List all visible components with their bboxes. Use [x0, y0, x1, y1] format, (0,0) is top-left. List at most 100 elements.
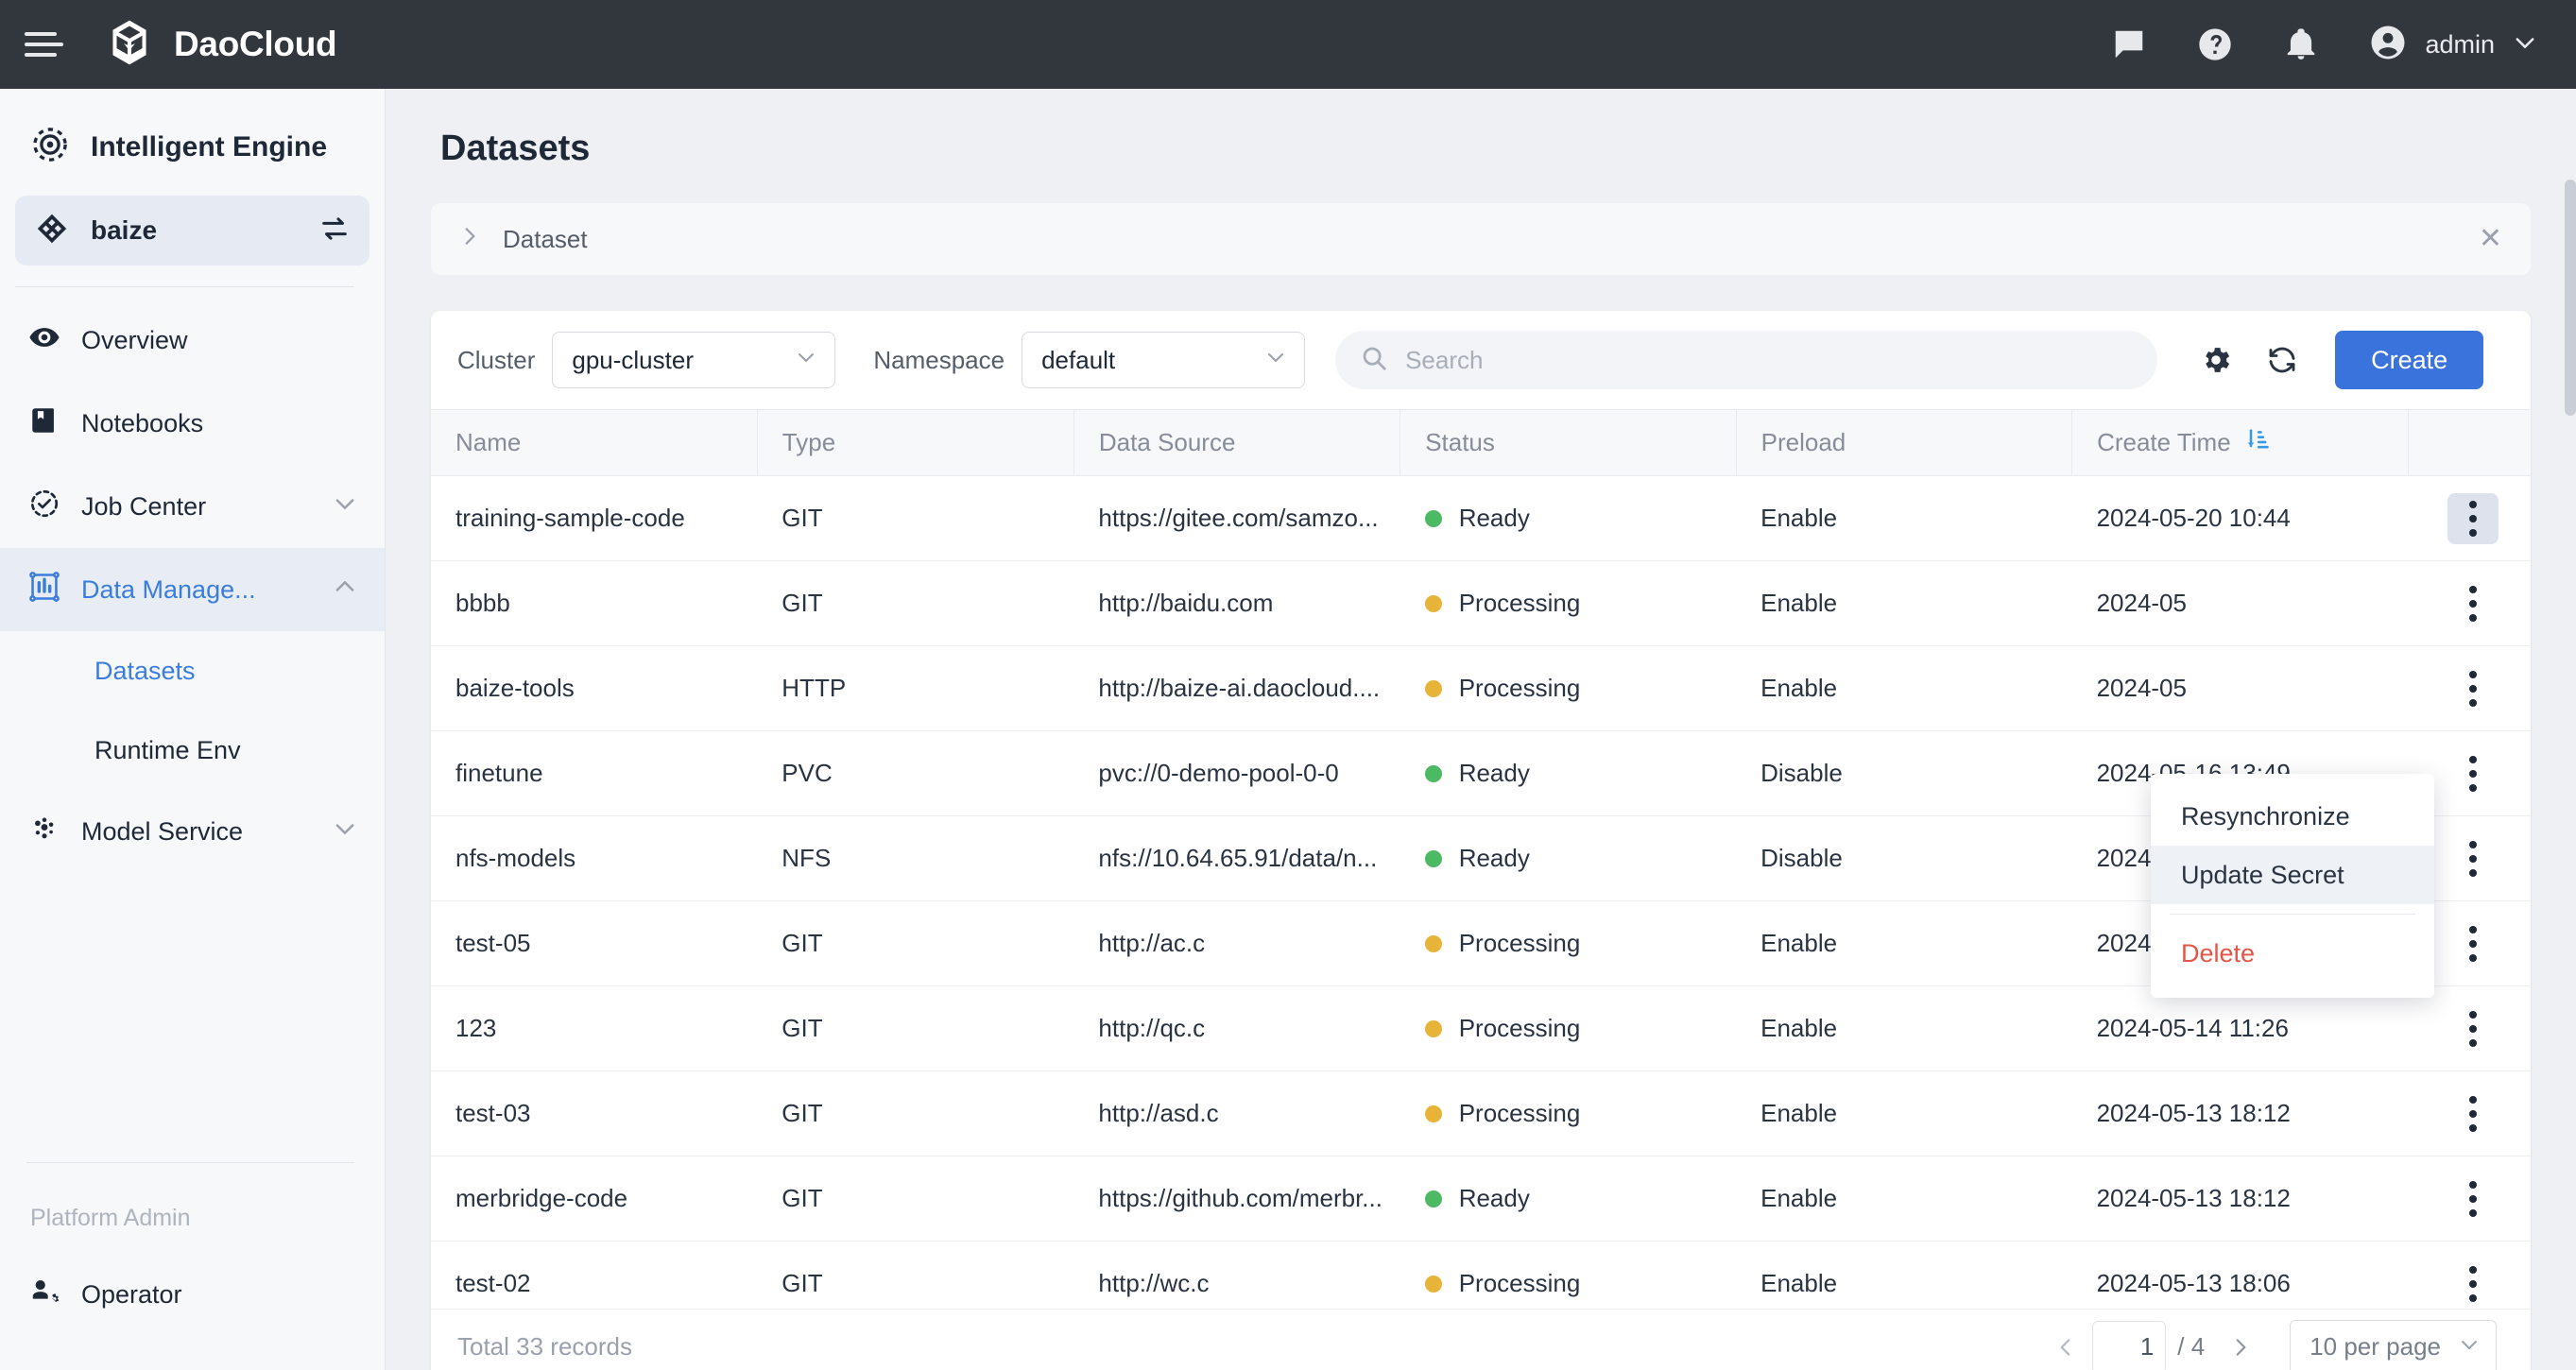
- switch-project-icon[interactable]: [318, 213, 351, 249]
- sidebar-item-datasets[interactable]: Datasets: [0, 631, 385, 711]
- data-management-icon: [28, 571, 60, 609]
- sidebar-item-runtime-env[interactable]: Runtime Env: [0, 711, 385, 790]
- job-center-icon: [28, 488, 60, 526]
- table-row[interactable]: merbridge-code GIT https://github.com/merb…: [431, 1156, 2531, 1242]
- page-number-input[interactable]: [2092, 1320, 2167, 1370]
- status-label: Processing: [1458, 674, 1581, 702]
- chevron-up-icon[interactable]: [332, 574, 358, 607]
- cluster-select-value: gpu-cluster: [572, 345, 694, 374]
- cell-type: NFS: [757, 815, 1074, 901]
- cell-status: Processing: [1400, 645, 1737, 731]
- engine-header: Intelligent Engine: [0, 89, 385, 196]
- sidebar-item-notebooks[interactable]: Notebooks: [0, 382, 385, 465]
- cell-actions: [2408, 560, 2531, 646]
- pagination: / 4 10 per page: [2039, 1319, 2497, 1370]
- search-box[interactable]: [1335, 331, 2158, 389]
- menu-item-update-secret[interactable]: Update Secret: [2151, 846, 2434, 904]
- cluster-select[interactable]: gpu-cluster: [552, 332, 836, 388]
- gear-icon[interactable]: [2199, 343, 2233, 377]
- user-menu[interactable]: admin: [2368, 23, 2538, 67]
- sidebar-item-job-center[interactable]: Job Center: [0, 465, 385, 548]
- menu-item-resynchronize[interactable]: Resynchronize: [2151, 787, 2434, 846]
- column-header-create-time-label: Create Time: [2097, 428, 2231, 456]
- search-input[interactable]: [1405, 345, 2134, 375]
- cell-name: merbridge-code: [431, 1156, 758, 1242]
- menu-item-delete[interactable]: Delete: [2151, 924, 2434, 983]
- column-header-create-time[interactable]: Create Time: [2071, 409, 2409, 476]
- row-actions-button[interactable]: [2447, 1173, 2499, 1224]
- cell-type: GIT: [757, 1070, 1074, 1156]
- row-actions-button[interactable]: [2447, 663, 2499, 714]
- table-row[interactable]: training-sample-code GIT https://gitee.com…: [431, 475, 2531, 561]
- table-row[interactable]: baize-tools HTTP http://baize-ai.daocloud.…: [431, 645, 2531, 731]
- sort-descending-icon[interactable]: [2244, 426, 2271, 459]
- engine-title: Intelligent Engine: [91, 130, 328, 163]
- namespace-select[interactable]: default: [1022, 332, 1306, 388]
- cell-preload: Enable: [1736, 900, 2072, 986]
- row-actions-button[interactable]: [2447, 748, 2499, 799]
- row-actions-button[interactable]: [2447, 492, 2499, 544]
- row-actions-button[interactable]: [2447, 918, 2499, 969]
- row-actions-button[interactable]: [2447, 833, 2499, 884]
- vertical-scrollbar[interactable]: [2565, 180, 2576, 416]
- page-size-select[interactable]: 10 per page: [2290, 1319, 2497, 1370]
- sidebar-item-label: Model Service: [81, 816, 244, 846]
- column-header-data-source[interactable]: Data Source: [1073, 409, 1401, 476]
- cell-data-source: pvc://0-demo-pool-0-0: [1073, 730, 1400, 816]
- brand-logo[interactable]: DaoCloud: [104, 17, 337, 73]
- status-label: Processing: [1458, 589, 1581, 617]
- cell-preload: Enable: [1736, 560, 2072, 646]
- column-header-status[interactable]: Status: [1400, 409, 1737, 476]
- sidebar-item-model-service[interactable]: Model Service: [0, 790, 385, 873]
- breadcrumb-label[interactable]: Dataset: [503, 225, 588, 254]
- sidebar-item-data-management[interactable]: Data Manage...: [0, 548, 385, 631]
- chevron-right-icon[interactable]: [457, 224, 482, 255]
- cell-actions: [2408, 1070, 2531, 1156]
- sidebar-item-operator[interactable]: Operator: [0, 1253, 385, 1336]
- status-dot: [1424, 1105, 1442, 1122]
- close-icon[interactable]: ✕: [2479, 225, 2502, 253]
- cell-data-source: http://baize-ai.daocloud....: [1073, 645, 1400, 731]
- chat-icon[interactable]: [2111, 26, 2147, 62]
- refresh-icon[interactable]: [2265, 343, 2299, 377]
- column-header-preload[interactable]: Preload: [1736, 409, 2073, 476]
- bell-icon[interactable]: [2283, 26, 2319, 62]
- status-label: Processing: [1458, 1014, 1581, 1042]
- cell-type: PVC: [757, 730, 1074, 816]
- eye-icon: [28, 321, 60, 360]
- table-row[interactable]: 123 GIT http://qc.c Processing Enable 2024-05…: [431, 985, 2531, 1071]
- prev-page-button[interactable]: [2039, 1321, 2092, 1370]
- cell-data-source: http://asd.c: [1073, 1070, 1400, 1156]
- status-label: Processing: [1458, 929, 1581, 957]
- create-button[interactable]: Create: [2335, 331, 2484, 389]
- cell-actions: [2408, 645, 2531, 731]
- row-actions-button[interactable]: [2447, 578, 2499, 629]
- table-row[interactable]: bbbb GIT http://baidu.com Processing Enable 2…: [431, 560, 2531, 646]
- chevron-down-icon[interactable]: [2512, 29, 2538, 60]
- hamburger-line: [25, 32, 57, 36]
- column-header-name[interactable]: Name: [431, 409, 758, 476]
- row-actions-button[interactable]: [2447, 1003, 2499, 1054]
- chevron-down-icon[interactable]: [332, 815, 358, 848]
- cluster-label: Cluster: [457, 345, 536, 374]
- chevron-down-icon[interactable]: [332, 490, 358, 523]
- status-dot: [1424, 1190, 1442, 1207]
- help-icon[interactable]: [2196, 26, 2234, 63]
- status-dot: [1424, 934, 1442, 952]
- cell-actions: [2408, 1156, 2531, 1242]
- row-actions-button[interactable]: [2447, 1088, 2499, 1139]
- cell-create-time: 2024-05-13 18:12: [2071, 1070, 2408, 1156]
- table-row[interactable]: test-03 GIT http://asd.c Processing Enable 20…: [431, 1070, 2531, 1156]
- menu-toggle-icon[interactable]: [25, 32, 63, 57]
- avatar-icon: [2368, 23, 2408, 67]
- status-label: Processing: [1458, 1269, 1581, 1297]
- cell-name: test-05: [431, 900, 758, 986]
- cell-status: Processing: [1400, 1070, 1737, 1156]
- next-page-button[interactable]: [2214, 1321, 2267, 1370]
- row-context-menu: Resynchronize Update Secret Delete: [2151, 774, 2434, 998]
- project-selector[interactable]: baize: [15, 196, 369, 265]
- row-actions-button[interactable]: [2447, 1259, 2499, 1310]
- cell-create-time: 2024-05-20 10:44: [2071, 475, 2408, 561]
- column-header-type[interactable]: Type: [757, 409, 1074, 476]
- sidebar-item-overview[interactable]: Overview: [0, 299, 385, 382]
